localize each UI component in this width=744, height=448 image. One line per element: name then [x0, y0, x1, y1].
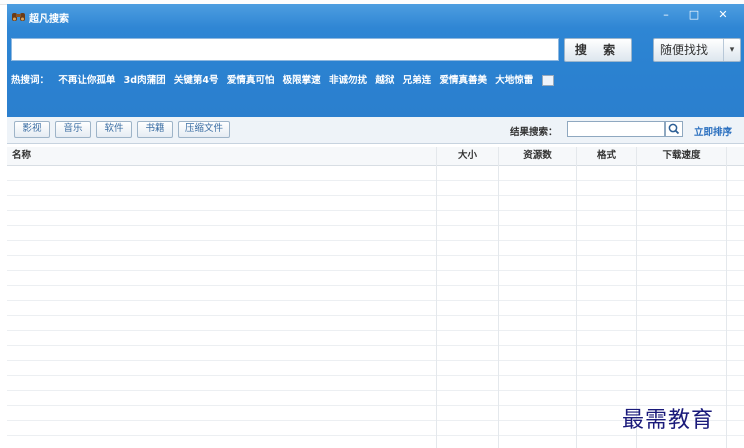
app-window: 超凡搜索 – □ ✕ 搜 索 随便找找 ▾ 热搜词： 不再让你孤单 3d肉蒲团 … [7, 4, 744, 448]
magnifier-icon [668, 123, 680, 135]
category-toolbar: 影视 音乐 软件 书籍 压缩文件 结果搜索： 立即排序 [7, 117, 744, 144]
column-header-name[interactable]: 名称 [7, 147, 436, 165]
search-button[interactable]: 搜 索 [564, 38, 632, 62]
hot-keyword-link[interactable]: 关键第4号 [174, 75, 219, 86]
minimize-button[interactable]: – [652, 7, 680, 23]
column-header-sources[interactable]: 资源数 [498, 147, 576, 165]
hot-keyword-link[interactable]: 爱情真可怕 [227, 75, 275, 86]
hot-keywords-label: 热搜词： [11, 75, 50, 86]
app-title: 超凡搜索 [29, 14, 69, 25]
window-controls: – □ ✕ [652, 7, 738, 23]
hot-keyword-link[interactable]: 大地惊雷 [495, 75, 533, 86]
table-row [7, 226, 744, 241]
filter-search-button[interactable] [665, 121, 683, 137]
column-header-format[interactable]: 格式 [576, 147, 636, 165]
category-software-button[interactable]: 软件 [96, 121, 132, 138]
table-row [7, 211, 744, 226]
result-filter-input[interactable] [567, 121, 665, 137]
table-row [7, 196, 744, 211]
column-divider [436, 147, 437, 448]
random-search-button[interactable]: 随便找找 ▾ [653, 38, 741, 62]
random-search-label: 随便找找 [660, 43, 709, 57]
refresh-icon[interactable] [541, 75, 554, 86]
category-video-button[interactable]: 影视 [14, 121, 50, 138]
column-divider [498, 147, 499, 448]
hot-keyword-link[interactable]: 极限掌速 [283, 75, 321, 86]
search-input[interactable] [11, 38, 559, 61]
search-header: 超凡搜索 – □ ✕ 搜 索 随便找找 ▾ 热搜词： 不再让你孤单 3d肉蒲团 … [7, 4, 744, 117]
hot-keyword-link[interactable]: 兄弟连 [403, 75, 432, 86]
column-divider [576, 147, 577, 448]
chevron-down-icon[interactable]: ▾ [723, 39, 740, 61]
table-row [7, 241, 744, 256]
hot-keyword-link[interactable]: 越狱 [375, 75, 394, 86]
hot-keyword-link[interactable]: 不再让你孤单 [58, 75, 115, 86]
table-row [7, 376, 744, 391]
result-filter-label: 结果搜索： [510, 127, 558, 138]
sort-now-link[interactable]: 立即排序 [694, 124, 732, 138]
table-row [7, 301, 744, 316]
hot-keywords: 热搜词： 不再让你孤单 3d肉蒲团 关键第4号 爱情真可怕 极限掌速 非诚勿扰 … [11, 72, 739, 88]
maximize-button[interactable]: □ [680, 7, 708, 23]
column-divider [726, 147, 727, 448]
hot-keyword-link[interactable]: 3d肉蒲团 [124, 75, 166, 86]
binoculars-icon [12, 13, 25, 21]
table-row [7, 286, 744, 301]
table-row [7, 436, 744, 448]
table-row [7, 166, 744, 181]
hot-keyword-link[interactable]: 爱情真善美 [439, 75, 487, 86]
category-archives-button[interactable]: 压缩文件 [178, 121, 230, 138]
table-row [7, 331, 744, 346]
column-header-speed[interactable]: 下载速度 [636, 147, 726, 165]
table-row [7, 256, 744, 271]
table-row [7, 361, 744, 376]
hot-keyword-link[interactable]: 非诚勿扰 [329, 75, 367, 86]
table-row [7, 271, 744, 286]
results-table-header: 名称 大小 资源数 格式 下载速度 [7, 147, 744, 166]
close-button[interactable]: ✕ [708, 7, 738, 23]
table-row [7, 316, 744, 331]
table-row [7, 181, 744, 196]
column-header-size[interactable]: 大小 [436, 147, 498, 165]
title-bar[interactable]: 超凡搜索 – □ ✕ [7, 4, 744, 28]
category-music-button[interactable]: 音乐 [55, 121, 91, 138]
watermark-text: 最需教育 [622, 408, 715, 433]
category-books-button[interactable]: 书籍 [137, 121, 173, 138]
table-row [7, 346, 744, 361]
